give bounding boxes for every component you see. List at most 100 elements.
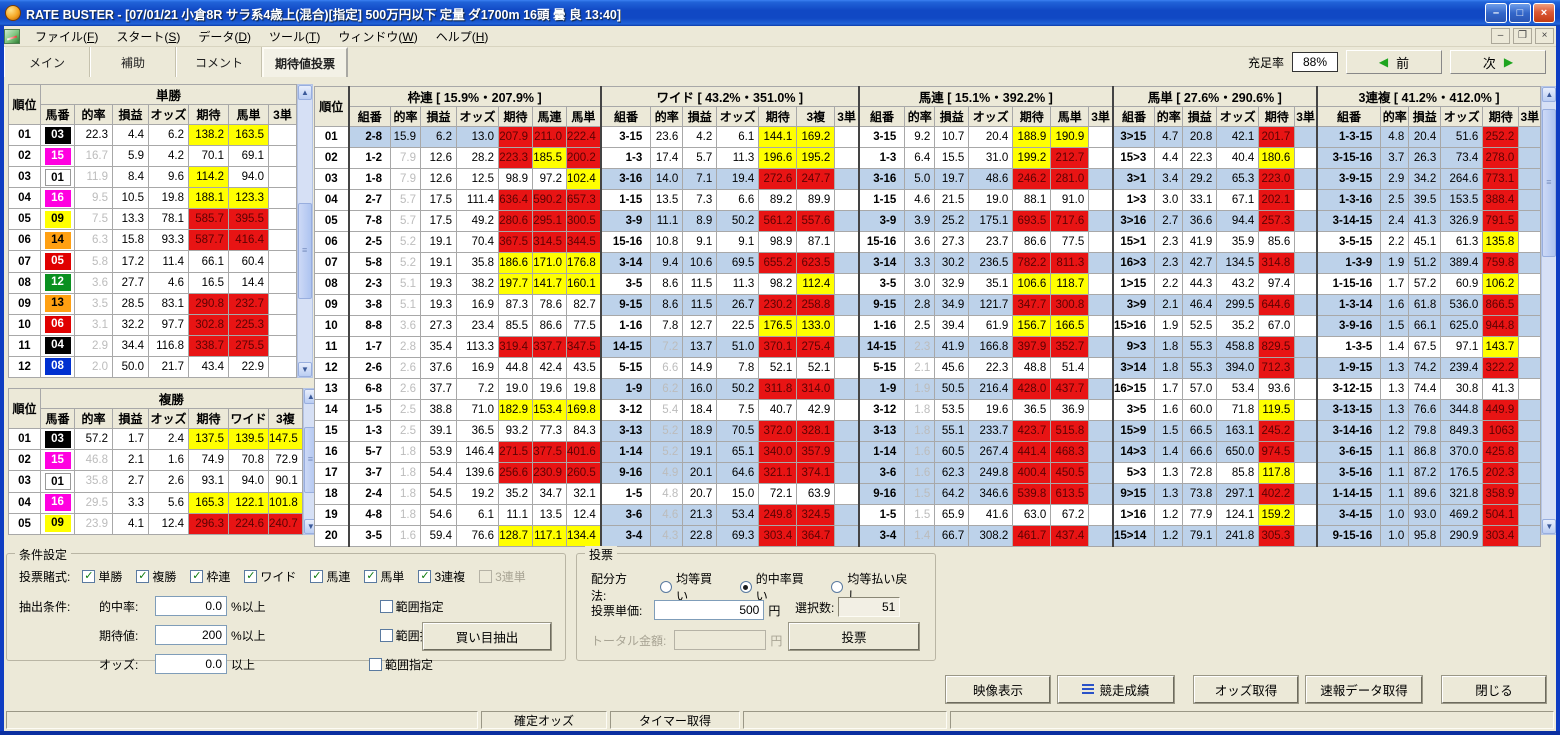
combo-cell[interactable]: 3-13-15: [1315, 399, 1382, 421]
table-row[interactable]: 18 2-4 1.8 54.5 19.2 35.2 34.7 32.1 1-5 4.8 20.7 15…: [314, 483, 1542, 505]
table-row[interactable]: 01 2-8 15.9 6.2 13.0 207.9 211.0 222.4 3-15 23.6 4…: [314, 126, 1542, 148]
table-row[interactable]: 06 14 6.3 15.8 93.3 587.7 416.4: [8, 229, 297, 252]
combo-cell[interactable]: 3-7: [347, 462, 391, 484]
tab-期待値投票[interactable]: 期待値投票: [262, 47, 348, 77]
bet-type-checkbox-ワイド[interactable]: ✓ ワイド: [244, 568, 296, 585]
combo-cell[interactable]: 2-6: [347, 357, 391, 379]
combo-cell[interactable]: 1-3: [857, 147, 906, 169]
table-row[interactable]: 03 01 11.9 8.4 9.6 114.2 94.0: [8, 166, 297, 189]
combo-cell[interactable]: 4-8: [347, 504, 391, 526]
combo-cell[interactable]: 3-6-15: [1315, 441, 1382, 463]
combo-cell[interactable]: 3-9: [599, 210, 652, 232]
footer-button-速報データ取得[interactable]: 速報データ取得: [1305, 675, 1423, 704]
combo-cell[interactable]: 3-12: [857, 399, 906, 421]
checkbox-icon[interactable]: [379, 628, 393, 642]
combo-cell[interactable]: 1-2: [347, 147, 391, 169]
combo-cell[interactable]: 9-16: [599, 462, 652, 484]
combo-cell[interactable]: 15>3: [1111, 147, 1156, 169]
next-race-button[interactable]: 次 ▶: [1450, 50, 1546, 74]
table-row[interactable]: 13 6-8 2.6 37.7 7.2 19.0 19.6 19.8 1-9 6.2 16.0 50.…: [314, 378, 1542, 400]
combo-cell[interactable]: 1>15: [1111, 273, 1156, 295]
bet-type-checkbox-単勝[interactable]: ✓ 単勝: [82, 568, 122, 585]
table-row[interactable]: 02 15 16.7 5.9 4.2 70.1 69.1: [8, 145, 297, 168]
combo-cell[interactable]: 3-5-15: [1315, 231, 1382, 253]
table-row[interactable]: 03 1-8 7.9 12.6 12.5 98.9 97.2 102.4 3-16 14.0 7.1…: [314, 168, 1542, 190]
menu-item[interactable]: ヘルプ(H): [427, 26, 498, 47]
combo-cell[interactable]: 1>16: [1111, 504, 1156, 526]
mdi-minimize-button[interactable]: –: [1491, 28, 1510, 44]
combo-cell[interactable]: 1-3-5: [1315, 336, 1382, 358]
combo-cell[interactable]: 1-14-15: [1315, 483, 1382, 505]
combo-cell[interactable]: 2-7: [347, 189, 391, 211]
combo-cell[interactable]: 15-16: [599, 231, 652, 253]
footer-button-閉じる[interactable]: 閉じる: [1441, 675, 1547, 704]
table-row[interactable]: 04 2-7 5.7 17.5 111.4 636.4 590.2 657.3 1-15 13.5…: [314, 189, 1542, 211]
combo-cell[interactable]: 1-9-15: [1315, 357, 1382, 379]
combo-cell[interactable]: 9-15: [857, 294, 906, 316]
combo-cell[interactable]: 3>9: [1111, 294, 1156, 316]
table-row[interactable]: 06 2-5 5.2 19.1 70.4 367.5 314.5 344.5 15-16 10.8…: [314, 231, 1542, 253]
combo-cell[interactable]: 9>15: [1111, 483, 1156, 505]
menu-item[interactable]: ウィンドウ(W): [329, 26, 426, 47]
combo-cell[interactable]: 5-8: [347, 252, 391, 274]
combo-cell[interactable]: 3-12: [599, 399, 652, 421]
scroll-down-button[interactable]: ▼: [1542, 519, 1557, 534]
table-row[interactable]: 16 5-7 1.8 53.9 146.4 271.5 377.5 401.6 1-14 5.2 1…: [314, 441, 1542, 463]
tab-コメント[interactable]: コメント: [176, 47, 262, 77]
menu-item[interactable]: スタート(S): [107, 26, 189, 47]
scroll-thumb[interactable]: [298, 203, 312, 299]
checkbox-icon[interactable]: ✓: [190, 570, 204, 583]
range-checkbox[interactable]: 範囲指定: [379, 598, 444, 615]
combo-cell[interactable]: 1-14: [599, 441, 652, 463]
combo-cell[interactable]: 1-15: [857, 189, 906, 211]
combo-cell[interactable]: 2-5: [347, 231, 391, 253]
footer-button-映像表示[interactable]: 映像表示: [945, 675, 1051, 704]
combo-cell[interactable]: 16>3: [1111, 252, 1156, 274]
combo-cell[interactable]: 7-8: [347, 210, 391, 232]
scroll-up-button[interactable]: ▲: [298, 85, 312, 100]
combo-cell[interactable]: 3-9-16: [1315, 315, 1382, 337]
combo-cell[interactable]: 3-16: [599, 168, 652, 190]
vertical-scrollbar[interactable]: ▲ ▼: [1541, 86, 1558, 535]
menu-item[interactable]: データ(D): [189, 26, 260, 47]
table-row[interactable]: 12 08 2.0 50.0 21.7 43.4 22.9: [8, 355, 297, 379]
radio-icon[interactable]: [660, 581, 673, 593]
allocation-radio-均等買い[interactable]: 均等買い: [660, 570, 724, 604]
menu-item[interactable]: ファイル(F): [26, 26, 107, 47]
bet-type-checkbox-枠連[interactable]: ✓ 枠連: [190, 568, 230, 585]
vertical-scrollbar[interactable]: ▲ ▼: [297, 84, 313, 378]
filter-value-input[interactable]: 200: [155, 625, 227, 645]
table-row[interactable]: 12 2-6 2.6 37.6 16.9 44.8 42.4 43.5 5-15 6.6 14.9 7…: [314, 357, 1542, 379]
combo-cell[interactable]: 3-9: [857, 210, 906, 232]
combo-cell[interactable]: 1-5: [857, 504, 906, 526]
filter-value-input[interactable]: 0.0: [155, 654, 227, 674]
combo-cell[interactable]: 3-12-15: [1315, 378, 1382, 400]
bet-type-checkbox-馬単[interactable]: ✓ 馬単: [364, 568, 404, 585]
table-row[interactable]: 03 01 35.8 2.7 2.6 93.1 94.0 90.1: [8, 470, 303, 493]
combo-cell[interactable]: 6-8: [347, 378, 391, 400]
table-row[interactable]: 14 1-5 2.5 38.8 71.0 182.9 153.4 169.8 3-12 5.4 18…: [314, 399, 1542, 421]
maximize-button[interactable]: □: [1509, 3, 1531, 23]
table-row[interactable]: 01 03 22.3 4.4 6.2 138.2 163.5: [8, 123, 297, 147]
combo-cell[interactable]: 9-15-16: [1315, 525, 1382, 547]
combo-cell[interactable]: 1-3-16: [1315, 189, 1382, 211]
minimize-button[interactable]: –: [1485, 3, 1507, 23]
footer-button-オッズ取得[interactable]: オッズ取得: [1193, 675, 1299, 704]
table-row[interactable]: 04 16 9.5 10.5 19.8 188.1 123.3: [8, 187, 297, 210]
combo-cell[interactable]: 1-7: [347, 336, 391, 358]
combo-cell[interactable]: 1-3-9: [1315, 252, 1382, 274]
combo-cell[interactable]: 1-3-14: [1315, 294, 1382, 316]
combo-cell[interactable]: 1-3: [599, 147, 652, 169]
range-checkbox[interactable]: 範囲指定: [369, 656, 433, 673]
checkbox-icon[interactable]: ✓: [310, 570, 324, 583]
table-row[interactable]: 20 3-5 1.6 59.4 76.6 128.7 117.1 134.4 3-4 4.3 22.…: [314, 525, 1542, 547]
combo-cell[interactable]: 1-3: [347, 420, 391, 442]
combo-cell[interactable]: 15>9: [1111, 420, 1156, 442]
table-row[interactable]: 11 04 2.9 34.4 116.8 338.7 275.5: [8, 334, 297, 357]
combo-cell[interactable]: 1-15: [599, 189, 652, 211]
radio-icon[interactable]: [831, 581, 844, 593]
table-row[interactable]: 07 5-8 5.2 19.1 35.8 186.6 171.0 176.8 3-14 9.4 10…: [314, 252, 1542, 274]
combo-cell[interactable]: 3-13: [599, 420, 652, 442]
combo-cell[interactable]: 9-16: [857, 483, 906, 505]
table-row[interactable]: 02 1-2 7.9 12.6 28.2 223.3 185.5 200.2 1-3 17.4 5.…: [314, 147, 1542, 169]
